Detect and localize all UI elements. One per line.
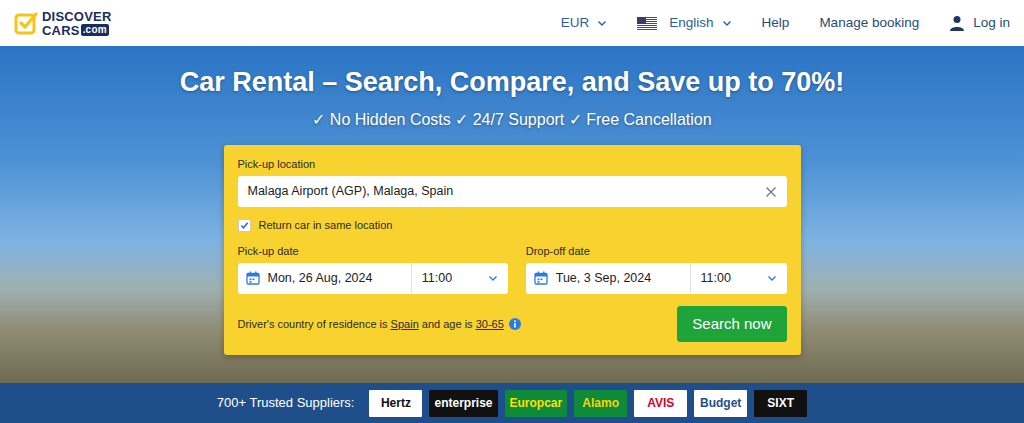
pickup-date-group: Pick-up date Mon, 26 Aug, 2024 11:00 [238,244,508,294]
chevron-down-icon [722,18,732,28]
date-row: Pick-up date Mon, 26 Aug, 2024 11:00 Drop-… [238,242,787,294]
supplier-name: Hertz [381,394,411,412]
top-navbar: DISCOVER CARS.com EUR English [0,0,1024,46]
dropoff-date-group: Drop-off date Tue, 3 Sep, 2024 11:00 [526,244,787,294]
supplier-logo: Budget [694,390,747,417]
residence-text: and age is [422,318,473,330]
supplier-logo: Europcar [505,390,568,417]
date-field[interactable]: Tue, 3 Sep, 2024 [526,263,691,294]
check-icon [240,221,249,230]
currency-selector[interactable]: EUR [561,13,608,33]
language-label: English [669,13,713,33]
supplier-logo: enterprise [429,390,497,417]
logo-line: DISCOVER [42,10,112,23]
nav-link[interactable]: Manage booking [819,13,919,33]
pickup-location-field[interactable]: Malaga Airport (AGP), Malaga, Spain [238,176,787,207]
supplier-name: Europcar [510,394,563,412]
search-form: Pick-up location Malaga Airport (AGP), M… [224,145,801,356]
time-field[interactable]: 11:00 [691,263,787,294]
language-selector[interactable]: English [637,13,731,33]
time-value: 11:00 [701,269,731,288]
nav-menu: EUR English Help Manage booking [561,13,1010,33]
logo-check-icon [14,11,38,35]
same-location-label: Return car in same location [259,217,393,234]
currency-label: EUR [561,13,590,33]
info-icon[interactable] [509,318,521,330]
residence-text: Driver's country of residence is [238,318,388,330]
supplier-logo: AVIS [634,390,687,417]
calendar-icon [246,271,260,285]
pickup-label: Pick-up location [238,157,787,171]
logo-line: CARS [42,24,80,37]
logo-text: DISCOVER CARS.com [42,10,112,37]
nav-link[interactable]: Help [762,13,790,33]
supplier-name: AVIS [647,394,674,412]
search-button[interactable]: Search now [677,306,786,343]
suppliers-strip: 700+ Trusted Suppliers: Hertz enterprise E… [0,383,1024,423]
chevron-down-icon [597,18,607,28]
hero: Car Rental – Search, Compare, and Save u… [0,46,1024,383]
date-field[interactable]: Mon, 26 Aug, 2024 [238,263,412,294]
supplier-logo: Hertz [369,390,422,417]
pickup-location-value: Malaga Airport (AGP), Malaga, Spain [248,182,454,201]
login-label: Log in [973,13,1010,33]
age-link[interactable]: 30-65 [476,318,504,330]
logo[interactable]: DISCOVER CARS.com [14,10,112,37]
form-footer: Driver's country of residence is Spain a… [238,306,787,343]
time-field[interactable]: 11:00 [412,263,508,294]
supplier-name: Alamo [582,394,619,412]
logo-suffix: .com [81,24,109,36]
nav-links: Help Manage booking [762,13,920,33]
suppliers-label: 700+ Trusted Suppliers: [217,393,355,413]
supplier-logo: Alamo [574,390,627,417]
same-location-option[interactable]: Return car in same location [238,215,787,234]
supplier-name: SIXT [767,394,794,412]
supplier-name: enterprise [434,394,492,412]
date-label: Drop-off date [526,244,787,258]
clear-icon[interactable] [765,186,777,198]
same-location-checkbox[interactable] [238,219,251,232]
supplier-logos: Hertz enterprise Europcar Alamo AVIS Budget SI… [369,390,807,417]
date-time-field: Mon, 26 Aug, 2024 11:00 [238,263,508,294]
date-value: Tue, 3 Sep, 2024 [556,269,651,288]
date-time-field: Tue, 3 Sep, 2024 11:00 [526,263,787,294]
country-link[interactable]: Spain [391,318,419,330]
supplier-name: Budget [700,394,741,412]
hero-subtitle: ✓ No Hidden Costs ✓ 24/7 Support ✓ Free … [312,109,711,131]
date-label: Pick-up date [238,244,508,258]
calendar-icon [534,271,548,285]
supplier-logo: SIXT [754,390,807,417]
chevron-down-icon [488,273,498,283]
residence-info: Driver's country of residence is Spain a… [238,316,521,333]
hero-title: Car Rental – Search, Compare, and Save u… [180,66,845,98]
date-value: Mon, 26 Aug, 2024 [268,269,373,288]
login-link[interactable]: Log in [949,13,1010,33]
chevron-down-icon [767,273,777,283]
person-icon [949,15,965,31]
time-value: 11:00 [422,269,452,288]
us-flag-icon [637,17,657,30]
